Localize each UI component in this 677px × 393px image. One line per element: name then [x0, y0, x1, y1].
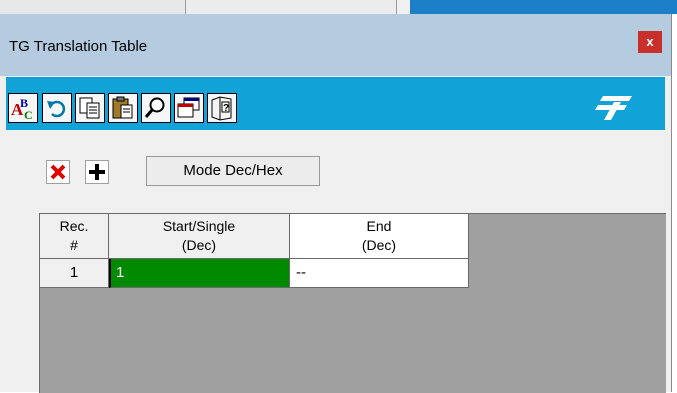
background-window-segment: [0, 0, 185, 15]
undo-icon: [47, 100, 66, 118]
spell-check-icon: A B C: [11, 96, 33, 122]
cascade-windows-button[interactable]: [174, 93, 204, 123]
background-window-segment: [410, 0, 677, 14]
svg-text:?: ?: [223, 103, 229, 114]
svg-text:C: C: [24, 108, 33, 122]
column-header-rec[interactable]: Rec. #: [40, 214, 109, 259]
column-header-end[interactable]: End (Dec): [290, 214, 469, 259]
plus-icon: [89, 164, 105, 180]
header-line: Rec.: [59, 218, 89, 234]
add-row-button[interactable]: [85, 160, 109, 184]
find-icon: [144, 97, 165, 118]
red-x-icon: [50, 164, 66, 180]
header-line: (Dec): [181, 237, 217, 253]
paste-button[interactable]: [108, 93, 138, 123]
toolbar: A B C ?: [6, 77, 665, 130]
copy-icon: [79, 97, 100, 119]
close-button[interactable]: x: [638, 31, 662, 53]
title-bar[interactable]: TG Translation Table x: [0, 14, 671, 76]
help-button[interactable]: ?: [207, 93, 237, 123]
cascade-windows-icon: [177, 97, 200, 118]
start-single-cell[interactable]: 1: [109, 259, 290, 288]
row-number-cell[interactable]: 1: [40, 259, 109, 288]
delete-row-button[interactable]: [46, 160, 70, 184]
background-window-segment: [185, 0, 397, 14]
header-line: End: [366, 218, 392, 234]
translation-table: Rec. # Start/Single (Dec) End (Dec) 1 1 …: [39, 213, 666, 393]
paste-icon: [112, 96, 133, 119]
background-window-strip: [0, 0, 677, 15]
mode-dec-hex-button[interactable]: Mode Dec/Hex: [146, 156, 320, 186]
column-header-start-single[interactable]: Start/Single (Dec): [109, 214, 290, 259]
copy-button[interactable]: [75, 93, 105, 123]
brand-logo-icon: [595, 96, 632, 120]
content-area: Mode Dec/Hex Rec. # Start/Single (Dec) E…: [6, 131, 666, 393]
tg-translation-table-window: TG Translation Table x A B C ? Mode Dec/…: [0, 14, 672, 393]
header-line: Start/Single: [162, 218, 236, 234]
end-cell[interactable]: --: [290, 259, 469, 288]
help-book-icon: ?: [211, 96, 232, 121]
spell-check-button[interactable]: A B C: [8, 93, 38, 123]
header-line: (Dec): [361, 237, 397, 253]
window-title: TG Translation Table: [9, 38, 148, 55]
header-line: #: [70, 237, 78, 253]
undo-button[interactable]: [42, 93, 72, 123]
find-button[interactable]: [141, 93, 171, 123]
